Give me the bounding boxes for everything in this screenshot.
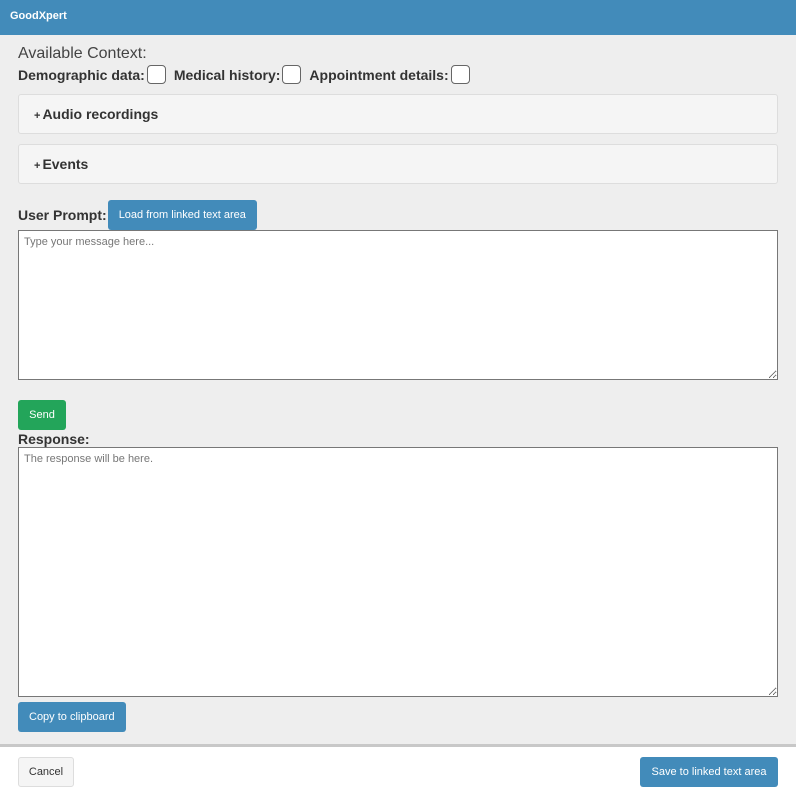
- app-header: GoodXpert: [0, 0, 796, 35]
- medical-history-checkbox[interactable]: [282, 65, 302, 84]
- save-to-linked-button[interactable]: Save to linked text area: [640, 757, 778, 787]
- app-title: GoodXpert: [10, 10, 67, 22]
- user-prompt-label: User Prompt:: [18, 207, 107, 223]
- response-output[interactable]: [18, 447, 778, 697]
- context-title: Available Context:: [18, 45, 147, 62]
- cancel-button[interactable]: Cancel: [18, 757, 74, 787]
- send-button[interactable]: Send: [18, 400, 66, 430]
- expand-icon: +: [34, 160, 41, 172]
- demographic-checkbox[interactable]: [146, 65, 166, 84]
- audio-recordings-panel[interactable]: + Audio recordings: [18, 94, 778, 134]
- demographic-label: Demographic data:: [18, 66, 145, 83]
- expand-icon: +: [34, 110, 41, 122]
- load-from-linked-button[interactable]: Load from linked text area: [107, 200, 257, 230]
- panel-label: Events: [42, 156, 89, 172]
- response-label: Response:: [18, 431, 90, 447]
- footer: Cancel Save to linked text area: [0, 744, 796, 794]
- copy-to-clipboard-button[interactable]: Copy to clipboard: [18, 702, 126, 732]
- appointment-label: Appointment details:: [309, 66, 449, 83]
- medical-history-label: Medical history:: [173, 66, 281, 83]
- panel-label: Audio recordings: [42, 106, 159, 122]
- events-panel[interactable]: + Events: [18, 144, 778, 184]
- user-prompt-input[interactable]: [18, 230, 778, 380]
- context-options: Demographic data: Medical history: Appoi…: [18, 65, 778, 84]
- appointment-checkbox[interactable]: [450, 65, 470, 84]
